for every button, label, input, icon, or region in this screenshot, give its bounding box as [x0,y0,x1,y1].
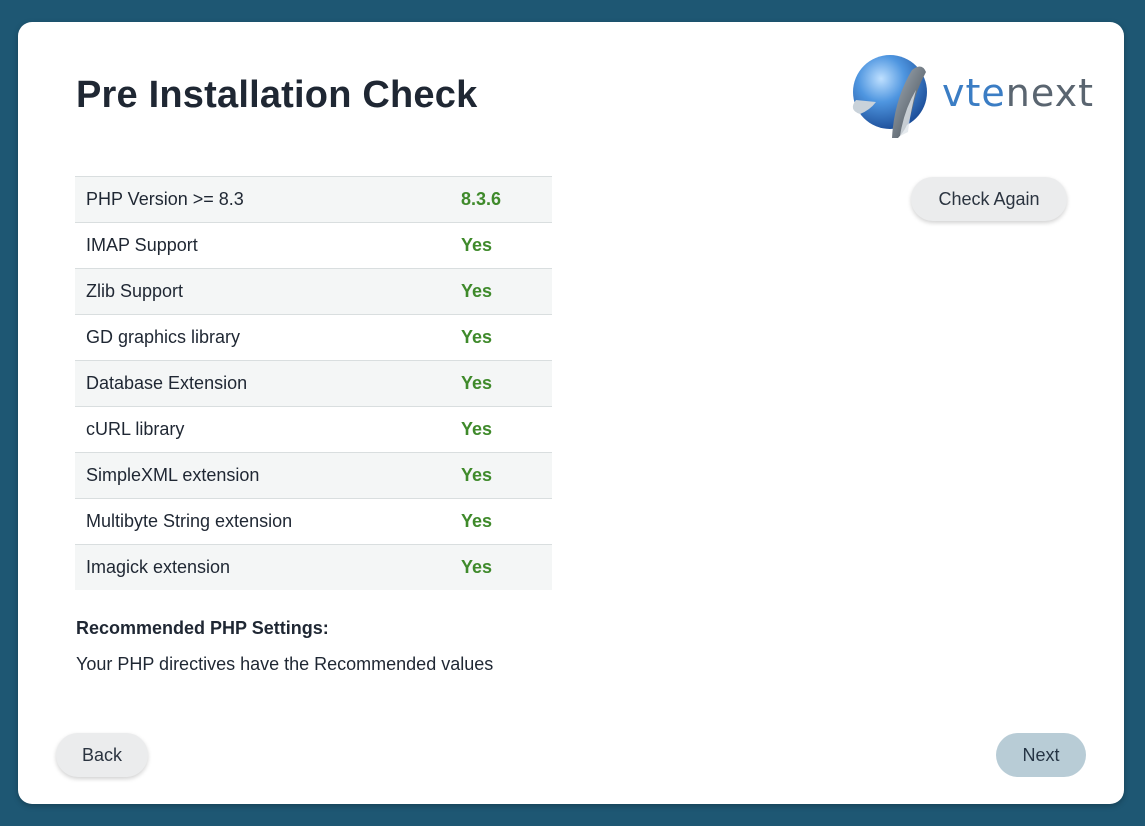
requirement-row: Zlib Support Yes [75,268,552,315]
requirement-row: PHP Version >= 8.3 8.3.6 [75,176,552,223]
requirement-label: GD graphics library [75,314,461,361]
requirement-row: Multibyte String extension Yes [75,498,552,545]
requirement-status: Yes [461,222,552,269]
requirement-label: PHP Version >= 8.3 [75,176,461,223]
requirement-label: Zlib Support [75,268,461,315]
requirement-status: Yes [461,360,552,407]
requirements-table: PHP Version >= 8.3 8.3.6 IMAP Support Yes Zl… [75,176,552,590]
recommended-settings-heading: Recommended PHP Settings: [76,618,329,638]
back-button[interactable]: Back [56,733,148,777]
requirement-label: Database Extension [75,360,461,407]
requirement-row: GD graphics library Yes [75,314,552,361]
requirement-status: Yes [461,406,552,453]
requirement-row: Database Extension Yes [75,360,552,407]
requirement-status: Yes [461,498,552,545]
logo-text-vte: vte [942,71,1006,115]
requirement-label: Multibyte String extension [75,498,461,545]
installer-card: Pre Installation Check vtenext PHP Versi… [18,22,1124,804]
requirement-label: Imagick extension [75,544,461,590]
requirement-status: Yes [461,452,552,499]
requirement-row: Imagick extension Yes [75,544,552,590]
vtenext-logo: vtenext [836,40,1096,140]
check-again-button[interactable]: Check Again [911,177,1067,221]
dolphin-globe-icon [852,55,927,138]
requirement-label: IMAP Support [75,222,461,269]
recommended-settings-text: Your PHP directives have the Recommended… [76,654,494,674]
logo-text-next: next [1005,71,1094,115]
requirement-status: Yes [461,268,552,315]
requirement-row: SimpleXML extension Yes [75,452,552,499]
requirement-status: Yes [461,544,552,590]
requirement-row: cURL library Yes [75,406,552,453]
next-button[interactable]: Next [996,733,1086,777]
requirement-status: 8.3.6 [461,176,552,223]
requirement-row: IMAP Support Yes [75,222,552,269]
requirement-label: cURL library [75,406,461,453]
page-title: Pre Installation Check [76,74,478,116]
logo-wordmark: vtenext [942,71,1094,115]
requirement-status: Yes [461,314,552,361]
requirement-label: SimpleXML extension [75,452,461,499]
